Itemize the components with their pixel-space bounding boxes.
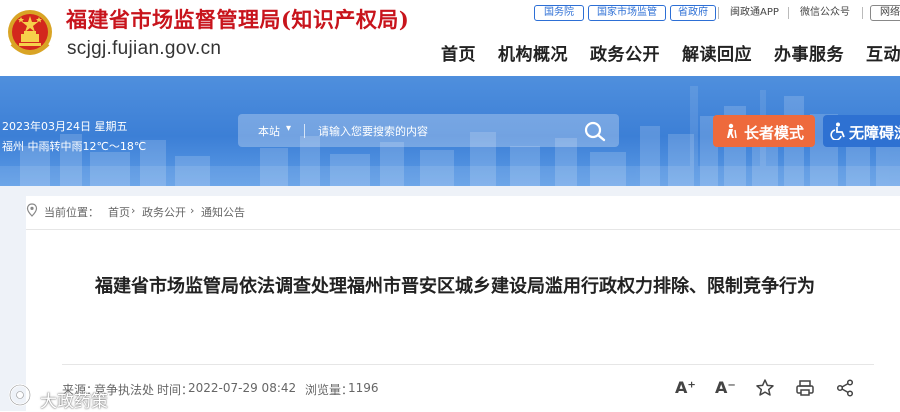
printer-icon[interactable] [795,378,815,398]
divider [862,7,863,19]
site-header: 福建省市场监督管理局(知识产权局) scjgj.fujian.gov.cn 国务… [0,0,900,76]
search-icon[interactable] [583,120,607,142]
breadcrumb-separator: › [190,204,195,217]
divider [304,124,305,138]
nav-organization[interactable]: 机构概况 [498,40,568,65]
link-national-market[interactable]: 国家市场监管 [588,5,666,21]
weather-info: 福州 中雨转中雨12℃～18℃ [2,140,147,153]
article-views: 1196 [348,381,379,395]
article-time: 2022-07-29 08:42 [188,381,297,395]
nav-interpretation[interactable]: 解读回应 [682,40,752,65]
banner: 2023年03月24日 星期五 福州 中雨转中雨12℃～18℃ 本站 ▾ 长者模… [0,76,900,186]
divider [718,7,719,19]
search-scope-select[interactable]: 本站 [258,123,280,139]
link-state-council[interactable]: 国务院 [534,5,584,21]
nav-services[interactable]: 办事服务 [774,40,844,65]
nav-home[interactable]: 首页 [441,40,476,65]
accessibility-button[interactable]: 无障碍浏 [823,115,900,147]
share-icon[interactable] [835,378,855,398]
breadcrumb-gov-affairs[interactable]: 政务公开 [142,204,186,220]
link-provincial-gov[interactable]: 省政府 [670,5,716,21]
breadcrumb-separator: › [131,204,136,217]
location-pin-icon [26,203,38,217]
article-views-label: 浏览量： [305,383,354,397]
star-icon[interactable] [755,378,775,398]
national-emblem-icon[interactable] [6,4,54,60]
divider [62,364,874,365]
accessibility-label: 无障碍浏 [849,124,900,142]
nav-gov-affairs[interactable]: 政务公开 [590,40,660,65]
breadcrumb-notices[interactable]: 通知公告 [201,204,245,220]
breadcrumb-label: 当前位置： [44,206,99,219]
article-title: 福建省市场监管局依法调查处理福州市晋安区城乡建设局滥用行政权力排除、限制竞争行为 [95,276,815,297]
current-date: 2023年03月24日 星期五 [2,120,128,133]
nav-interaction[interactable]: 互动 [866,40,900,65]
watermark-text: 大政药策 [40,392,108,412]
site-url[interactable]: scjgj.fujian.gov.cn [67,38,221,60]
site-title[interactable]: 福建省市场监督管理局(知识产权局) [66,4,409,34]
search-bar: 本站 ▾ [238,114,619,147]
elder-mode-button[interactable]: 长者模式 [713,115,815,147]
divider [26,229,900,230]
chevron-down-icon[interactable]: ▾ [286,123,291,134]
link-network[interactable]: 网络支 [870,5,900,21]
breadcrumb-home[interactable]: 首页 [108,204,130,220]
font-larger-button[interactable]: A⁺ [675,378,696,398]
elder-person-icon [727,123,737,139]
font-smaller-button[interactable]: A⁻ [715,378,736,398]
wheelchair-icon [830,122,845,140]
elder-mode-label: 长者模式 [744,124,805,142]
divider [788,7,789,19]
search-input[interactable] [316,120,580,143]
link-wechat[interactable]: 微信公众号 [800,6,850,20]
link-minzheng-app[interactable]: 闽政通APP [730,6,779,20]
